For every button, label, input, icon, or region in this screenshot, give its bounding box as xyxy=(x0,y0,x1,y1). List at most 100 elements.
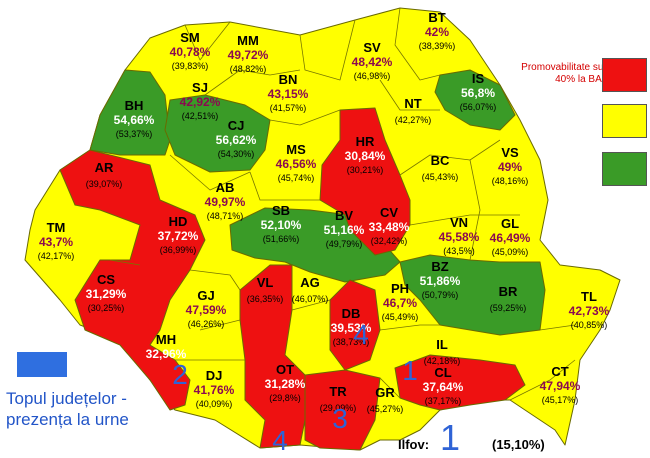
county-code-mm: MM xyxy=(237,33,259,48)
county-code-il: IL xyxy=(436,337,448,352)
county-value-tm: 43,7% xyxy=(39,235,73,249)
county-code-cs: CS xyxy=(97,272,115,287)
county-code-bn: BN xyxy=(279,72,298,87)
county-value-hr: 30,84% xyxy=(345,149,386,163)
legend-swatch-yellow xyxy=(602,104,647,138)
county-alt-bz: (50,79%) xyxy=(422,290,459,300)
turnout-caption: Topul județelor - prezența la urne xyxy=(6,389,129,429)
county-value-bv: 51,16% xyxy=(324,223,365,237)
county-alt-ab: (48,71%) xyxy=(207,211,244,221)
county-code-gr: GR xyxy=(375,385,395,400)
county-value-mm: 49,72% xyxy=(228,48,269,62)
county-alt-bt: (38,39%) xyxy=(419,41,456,51)
county-alt-bv: (49,79%) xyxy=(326,239,363,249)
county-code-cj: CJ xyxy=(228,118,245,133)
county-alt-ms: (45,74%) xyxy=(278,173,315,183)
county-code-tm: TM xyxy=(47,220,66,235)
county-alt-vs: (48,16%) xyxy=(492,176,529,186)
turnout-rank-tr: 3 xyxy=(332,403,348,434)
county-value-gl: 46,49% xyxy=(490,231,531,245)
county-value-gj: 47,59% xyxy=(186,303,227,317)
county-alt-sv: (46,98%) xyxy=(354,71,391,81)
county-alt-mm: (48,82%) xyxy=(230,64,267,74)
county-alt-bc: (45,43%) xyxy=(422,172,459,182)
county-code-hr: HR xyxy=(356,134,375,149)
county-code-mh: MH xyxy=(156,332,176,347)
ilfov-rank: 1 xyxy=(440,417,461,458)
county-alt-dj: (40,09%) xyxy=(196,399,233,409)
county-value-cv: 33,48% xyxy=(369,220,410,234)
county-alt-sj: (42,51%) xyxy=(182,111,219,121)
county-code-gl: GL xyxy=(501,216,519,231)
county-value-bn: 43,15% xyxy=(268,87,309,101)
county-alt-hr: (30,21%) xyxy=(347,165,384,175)
ilfov-value: (15,10%) xyxy=(492,437,545,452)
county-code-cv: CV xyxy=(380,205,398,220)
county-alt-br: (59,25%) xyxy=(490,303,527,313)
county-value-ct: 47,94% xyxy=(540,379,581,393)
county-code-bv: BV xyxy=(335,208,353,223)
county-value-bh: 54,66% xyxy=(114,113,155,127)
county-value-bt: 42% xyxy=(425,25,449,39)
county-alt-sb: (51,66%) xyxy=(263,234,300,244)
county-code-hd: HD xyxy=(169,214,188,229)
turnout-rank-cl: 1 xyxy=(402,355,418,386)
turnout-legend-swatch xyxy=(17,352,67,377)
county-code-is: IS xyxy=(472,71,485,86)
county-alt-ct: (45,17%) xyxy=(542,395,579,405)
turnout-rank-ot: 4 xyxy=(272,425,288,456)
county-code-bc: BC xyxy=(431,153,450,168)
county-code-ag: AG xyxy=(300,275,320,290)
county-code-ab: AB xyxy=(216,180,235,195)
county-alt-ph: (45,49%) xyxy=(382,312,419,322)
county-value-is: 56,8% xyxy=(461,86,495,100)
county-code-br: BR xyxy=(499,284,518,299)
county-code-sv: SV xyxy=(363,40,381,55)
county-alt-bh: (53,37%) xyxy=(116,129,153,139)
county-alt-ot: (29,8%) xyxy=(269,393,301,403)
county-alt-ag: (46,07%) xyxy=(292,294,329,304)
county-code-bt: BT xyxy=(428,10,445,25)
county-code-ph: PH xyxy=(391,281,409,296)
county-value-cj: 56,62% xyxy=(216,133,257,147)
county-code-tr: TR xyxy=(329,384,347,399)
county-value-sj: 42,92% xyxy=(180,95,221,109)
county-value-sv: 48,42% xyxy=(352,55,393,69)
ilfov-label: Ilfov: xyxy=(398,437,430,452)
county-code-gj: GJ xyxy=(197,288,214,303)
legend-title: Promovabilitate sub 40% la BAC xyxy=(521,62,609,85)
county-value-bz: 51,86% xyxy=(420,274,461,288)
county-alt-tm: (42,17%) xyxy=(38,251,75,261)
county-value-tl: 42,73% xyxy=(569,304,610,318)
county-value-sb: 52,10% xyxy=(261,218,302,232)
county-alt-cs: (30,25%) xyxy=(88,303,125,313)
county-code-bz: BZ xyxy=(431,259,448,274)
county-alt-tl: (40,85%) xyxy=(571,320,608,330)
county-alt-bn: (41,57%) xyxy=(270,103,307,113)
county-code-ct: CT xyxy=(551,364,568,379)
county-value-hd: 37,72% xyxy=(158,229,199,243)
county-alt-gl: (45,09%) xyxy=(492,247,529,257)
legend-swatch-red xyxy=(602,58,647,92)
county-code-bh: BH xyxy=(125,98,144,113)
county-alt-sm: (39,83%) xyxy=(172,61,209,71)
turnout-rank-db: 4 xyxy=(353,319,369,350)
county-alt-gr: (45,27%) xyxy=(367,404,404,414)
county-code-vs: VS xyxy=(501,145,519,160)
county-code-sb: SB xyxy=(272,203,290,218)
county-alt-cl: (37,17%) xyxy=(425,396,462,406)
county-code-tl: TL xyxy=(581,289,597,304)
county-alt-vl: (36,35%) xyxy=(247,294,284,304)
county-value-sm: 40,78% xyxy=(170,45,211,59)
county-value-vn: 45,58% xyxy=(439,230,480,244)
county-value-ab: 49,97% xyxy=(205,195,246,209)
county-alt-hd: (36,99%) xyxy=(160,245,197,255)
county-code-sm: SM xyxy=(180,30,200,45)
county-alt-nt: (42,27%) xyxy=(395,115,432,125)
county-value-cl: 37,64% xyxy=(423,380,464,394)
county-code-dj: DJ xyxy=(206,368,223,383)
county-alt-vn: (43,5%) xyxy=(443,246,475,256)
county-alt-cv: (32,42%) xyxy=(371,236,408,246)
county-alt-is: (56,07%) xyxy=(460,102,497,112)
county-code-vn: VN xyxy=(450,215,468,230)
